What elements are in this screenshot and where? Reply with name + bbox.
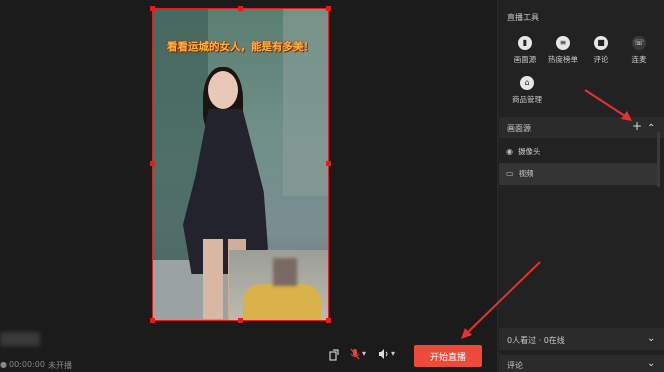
source-item-camera[interactable]: ◉ 摄像头 bbox=[506, 146, 540, 157]
mic-dropdown-icon[interactable]: ▾ bbox=[362, 349, 366, 358]
screen-icon: ▮ bbox=[518, 36, 532, 50]
live-timer: 00:00:00 bbox=[9, 360, 45, 369]
live-preview[interactable]: 看看运城的女人，能是有多美！ bbox=[152, 8, 329, 321]
tool-comments[interactable]: ■ 评论 bbox=[583, 36, 619, 65]
volume-icon[interactable] bbox=[378, 349, 390, 362]
comments-expand-icon[interactable]: ⌄ bbox=[647, 358, 655, 369]
viewers-count: 0人看过 · 0在线 bbox=[507, 336, 565, 345]
volume-dropdown-icon[interactable]: ▾ bbox=[391, 349, 395, 358]
live-tools-title: 直播工具 bbox=[507, 13, 539, 22]
tool-product-management[interactable]: ⌂ 商品管理 bbox=[507, 76, 547, 105]
video-caption: 看看运城的女人，能是有多美！ bbox=[167, 41, 314, 53]
resize-handle[interactable] bbox=[326, 6, 331, 11]
live-state: 未开播 bbox=[48, 361, 72, 370]
sources-scrollbar[interactable] bbox=[657, 132, 660, 187]
list-icon: ≡ bbox=[556, 36, 570, 50]
tool-screen-source[interactable]: ▮ 画面源 bbox=[507, 36, 543, 65]
mic-muted-icon[interactable] bbox=[350, 348, 360, 363]
sources-title: 画面源 bbox=[507, 124, 531, 133]
shop-icon: ⌂ bbox=[520, 76, 534, 90]
comments-title: 评论 bbox=[507, 361, 523, 370]
resize-handle[interactable] bbox=[150, 161, 155, 166]
start-live-button[interactable]: 开始直播 bbox=[414, 345, 482, 367]
resize-handle[interactable] bbox=[238, 318, 243, 323]
add-source-button[interactable]: + bbox=[632, 119, 642, 133]
collapse-sources-icon[interactable]: ⌃ bbox=[647, 123, 655, 134]
resize-handle[interactable] bbox=[326, 161, 331, 166]
blurred-face bbox=[273, 258, 297, 286]
source-item-video[interactable]: ▭ 视频 bbox=[506, 168, 534, 179]
blurred-avatar bbox=[0, 332, 40, 346]
tool-heat-ranking[interactable]: ≡ 热度榜单 bbox=[545, 36, 581, 65]
resize-handle[interactable] bbox=[326, 318, 331, 323]
comment-icon: ■ bbox=[594, 36, 608, 50]
camera-overlay[interactable] bbox=[229, 250, 328, 320]
tool-co-host[interactable]: ☏ 连麦 bbox=[621, 36, 657, 65]
resize-handle[interactable] bbox=[238, 6, 243, 11]
viewers-expand-icon[interactable]: ⌄ bbox=[647, 333, 655, 344]
status-dot-icon: ● bbox=[0, 360, 7, 369]
comments-bar[interactable] bbox=[499, 355, 664, 372]
person-face bbox=[208, 71, 238, 109]
phone-icon: ☏ bbox=[632, 36, 646, 50]
video-icon: ▭ bbox=[506, 169, 514, 178]
resize-handle[interactable] bbox=[150, 318, 155, 323]
camera-icon: ◉ bbox=[506, 147, 513, 156]
rotate-icon[interactable] bbox=[329, 349, 339, 364]
resize-handle[interactable] bbox=[150, 6, 155, 11]
